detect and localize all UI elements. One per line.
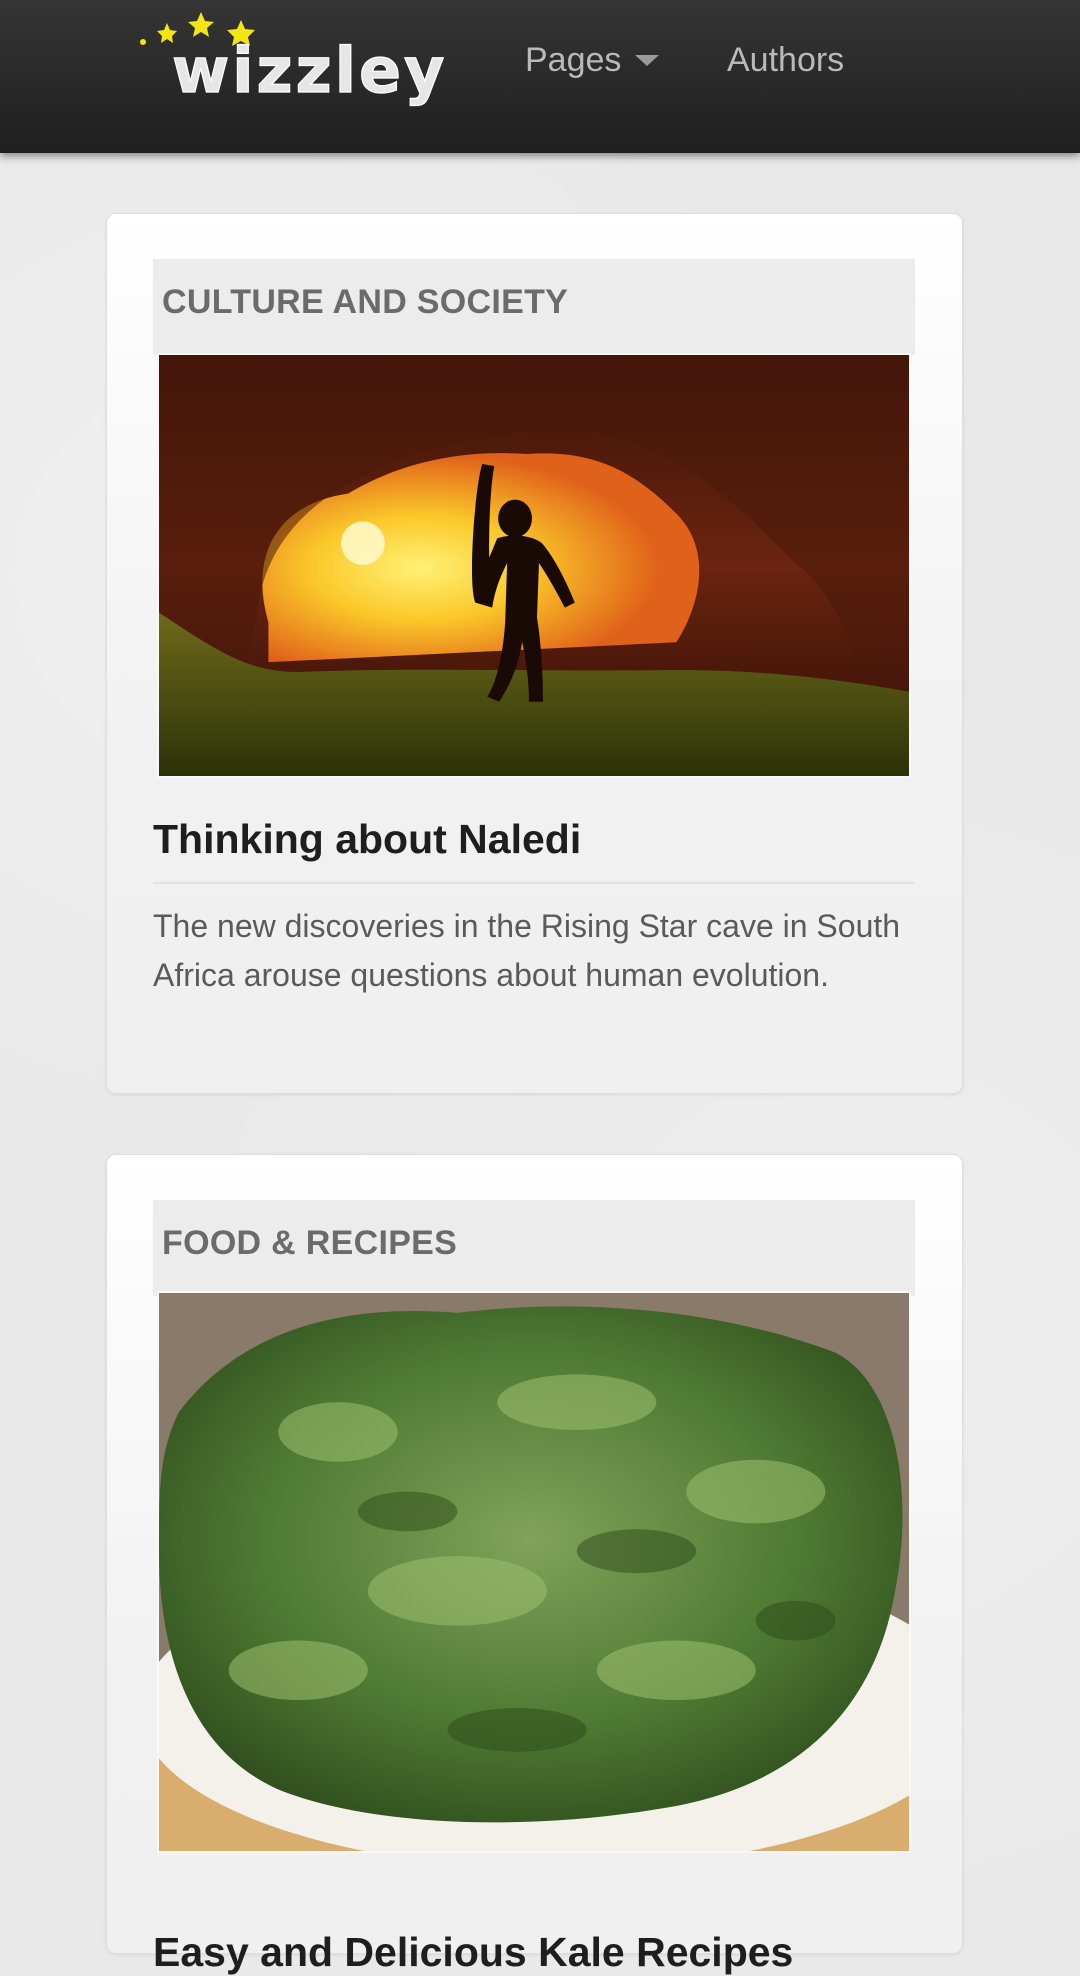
article-description: The new discoveries in the Rising Star c… [153,908,901,993]
wizzley-logo[interactable]: wizzley [134,10,454,110]
article-image-kale[interactable] [157,1291,911,1853]
category-link[interactable]: CULTURE AND SOCIETY [162,283,568,322]
caret-down-icon [635,54,660,66]
article-card: FOOD & RECIPES Easy and Delicious Kale R… [106,1154,963,1975]
logo-text: wizzley [172,34,447,107]
kale-bowl-image [159,1293,909,1851]
nav-pages-label: Pages [525,41,622,79]
article-title-link[interactable]: Easy and Delicious Kale Recipes [153,1929,915,1976]
article-card: CULTURE AND SOCIETY Thinking about Naled… [106,213,963,1094]
article-image-cave[interactable] [157,353,911,778]
top-navbar: wizzley Pages Authors [0,0,1080,153]
nav-pages-dropdown[interactable]: Pages [525,38,660,82]
article-title-link[interactable]: Thinking about Naledi [153,816,915,863]
nav-authors-link[interactable]: Authors [727,38,844,82]
category-header: FOOD & RECIPES [153,1200,915,1296]
category-header: CULTURE AND SOCIETY [153,259,915,355]
category-link[interactable]: FOOD & RECIPES [162,1224,457,1263]
cave-silhouette-image [159,355,909,776]
title-divider [153,882,915,884]
